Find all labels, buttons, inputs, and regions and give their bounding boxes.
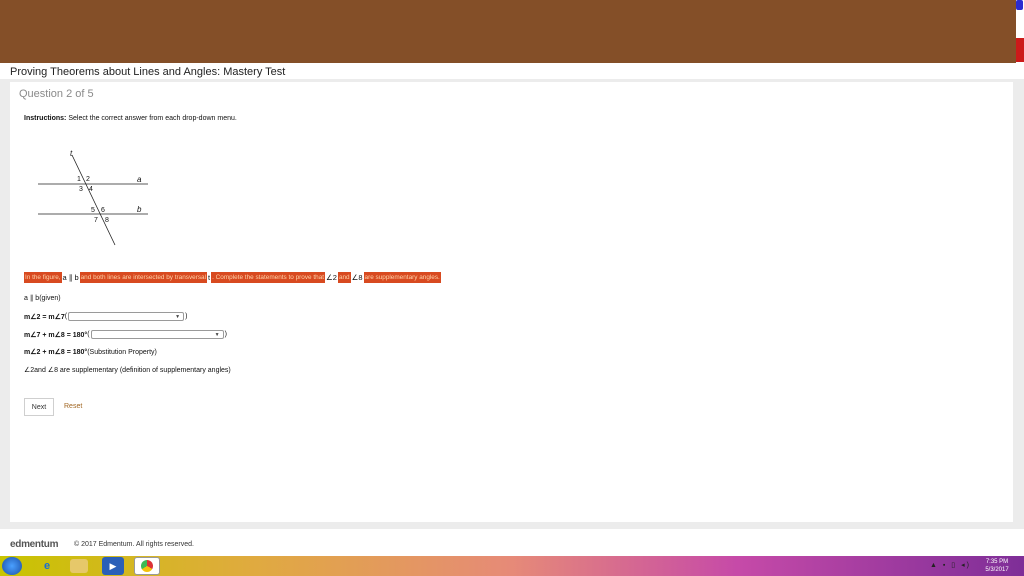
media-player-icon[interactable]: ▶ <box>102 557 124 575</box>
question-counter: Question 2 of 5 <box>19 88 94 100</box>
statement-3: m∠7 + m∠8 = 180° ( ▼ ) <box>24 330 227 339</box>
instructions-label: Instructions: <box>24 115 67 122</box>
label-b: b <box>137 205 142 214</box>
copyright-text: © 2017 Edmentum. All rights reserved. <box>74 541 194 548</box>
statement-5: ∠2and ∠8 are supplementary (definition o… <box>24 366 231 375</box>
prompt-angle-8: ∠8 <box>350 273 364 282</box>
page-title: Proving Theorems about Lines and Angles:… <box>10 66 286 78</box>
clock-date: 5/3/2017 <box>985 567 1009 573</box>
statement-4-expr: m∠2 + m∠8 = 180° <box>24 349 88 356</box>
statement-2-paren-close: ) <box>185 313 188 320</box>
scrollbar-thumb[interactable] <box>1016 0 1023 10</box>
question-prompt: In the figure, a ∥ b and both lines are … <box>24 272 441 283</box>
angle-label-3: 3 <box>79 186 83 193</box>
statement-2-expr: m∠2 = m∠7 <box>24 313 65 321</box>
prompt-angle-2: ∠2 <box>325 273 338 282</box>
angle-label-2: 2 <box>86 176 90 183</box>
clock-time: 7:35 PM <box>985 559 1009 565</box>
reason-dropdown-1[interactable]: ▼ <box>68 312 185 321</box>
system-tray-icons[interactable]: ▲ ▪ ▯ ◂) <box>930 561 971 569</box>
internet-explorer-icon[interactable]: e <box>36 557 58 575</box>
reason-dropdown-2[interactable]: ▼ <box>90 330 224 339</box>
statement-4-reason: (Substitution Property) <box>87 348 157 356</box>
chevron-down-icon: ▼ <box>175 313 181 320</box>
statement-1-reason: (given) <box>39 294 61 302</box>
prompt-text-2: and both lines are intersected by transv… <box>79 272 208 283</box>
statement-3-paren-open: ( <box>87 331 90 338</box>
taskbar-clock[interactable]: 7:35 PM 5/3/2017 <box>980 558 1014 574</box>
prompt-text-and: and <box>337 272 351 283</box>
angle-label-6: 6 <box>101 207 105 214</box>
prompt-text-1: In the figure, <box>24 272 62 283</box>
file-explorer-icon[interactable] <box>70 559 88 573</box>
chrome-logo-mark <box>141 560 153 572</box>
angle-label-1: 1 <box>77 176 81 183</box>
angle-label-7: 7 <box>94 217 98 224</box>
angle-label-8: 8 <box>105 217 109 224</box>
statement-3-paren-close: ) <box>224 331 227 338</box>
angle-label-4: 4 <box>89 186 93 193</box>
header-banner <box>0 0 1016 63</box>
statement-1-expr: a ∥ b <box>24 295 40 302</box>
statement-5-expr: ∠2and ∠8 are supplementary <box>24 367 118 374</box>
prompt-text-3: . Complete the statements to prove that <box>211 272 326 283</box>
statement-2-paren-open: ( <box>64 313 68 320</box>
instructions: Instructions: Select the correct answer … <box>24 115 237 122</box>
statement-2: m∠2 = m∠7 ( ▼ ) <box>24 312 187 321</box>
statement-1: a ∥ b (given) <box>24 294 61 303</box>
statement-3-expr: m∠7 + m∠8 = 180° <box>24 331 88 339</box>
next-button[interactable]: Next <box>24 398 54 416</box>
transversal-t <box>71 154 116 246</box>
angle-label-5: 5 <box>91 207 95 214</box>
statement-5-reason: (definition of supplementary angles) <box>119 366 231 374</box>
statement-4: m∠2 + m∠8 = 180° (Substitution Property) <box>24 348 157 357</box>
instructions-text: Select the correct answer from each drop… <box>68 115 237 122</box>
parallel-lines-figure: t a b 1 2 3 4 5 6 7 8 <box>38 149 148 246</box>
chevron-down-icon: ▼ <box>214 331 220 338</box>
question-card <box>10 82 1013 522</box>
scrollbar-marker <box>1016 38 1024 62</box>
chrome-icon[interactable] <box>134 557 160 575</box>
prompt-text-4: are supplementary angles. <box>363 272 441 283</box>
start-button-icon[interactable] <box>2 557 22 575</box>
label-a: a <box>137 175 142 184</box>
reset-link[interactable]: Reset <box>64 403 82 410</box>
edmentum-logo: edmentum <box>10 539 59 550</box>
